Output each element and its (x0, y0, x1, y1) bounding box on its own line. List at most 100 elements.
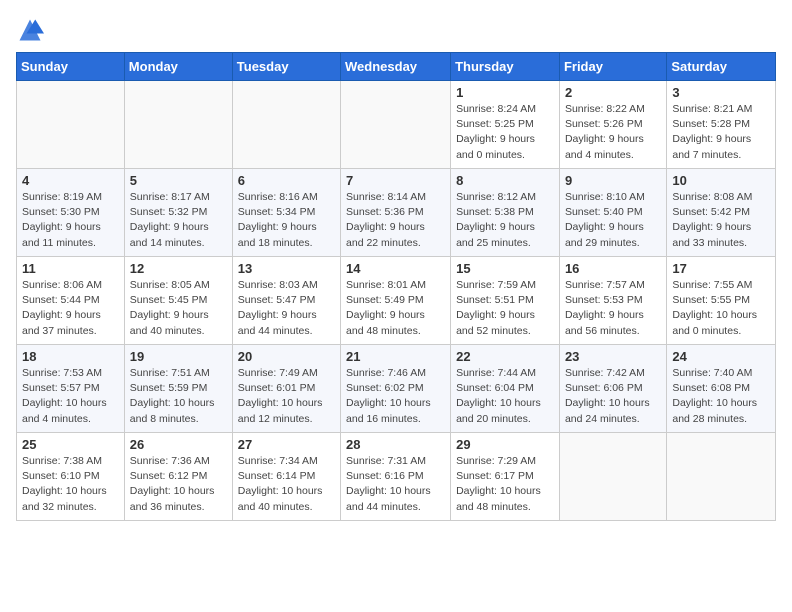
calendar-day-cell (17, 81, 125, 169)
day-number: 19 (130, 349, 227, 364)
calendar-day-cell: 10 Sunrise: 8:08 AM Sunset: 5:42 PM Dayli… (667, 169, 776, 257)
calendar-day-cell: 21 Sunrise: 7:46 AM Sunset: 6:02 PM Dayli… (341, 345, 451, 433)
calendar-day-cell: 17 Sunrise: 7:55 AM Sunset: 5:55 PM Dayli… (667, 257, 776, 345)
calendar-day-cell: 12 Sunrise: 8:05 AM Sunset: 5:45 PM Dayli… (124, 257, 232, 345)
day-number: 1 (456, 85, 554, 100)
calendar-day-cell (667, 433, 776, 521)
day-number: 7 (346, 173, 445, 188)
day-info: Sunrise: 7:49 AM Sunset: 6:01 PM Dayligh… (238, 366, 335, 427)
day-info: Sunrise: 7:34 AM Sunset: 6:14 PM Dayligh… (238, 454, 335, 515)
logo-icon (16, 16, 44, 44)
day-number: 24 (672, 349, 770, 364)
calendar-week-row: 1 Sunrise: 8:24 AM Sunset: 5:25 PM Daylig… (17, 81, 776, 169)
calendar-header-sunday: Sunday (17, 53, 125, 81)
calendar-day-cell: 29Sunrise: 7:29 AM Sunset: 6:17 PM Dayli… (451, 433, 560, 521)
calendar-day-cell: 23 Sunrise: 7:42 AM Sunset: 6:06 PM Dayli… (559, 345, 666, 433)
day-info: Sunrise: 8:12 AM Sunset: 5:38 PM Dayligh… (456, 190, 554, 251)
calendar-day-cell: 5 Sunrise: 8:17 AM Sunset: 5:32 PM Daylig… (124, 169, 232, 257)
day-info: Sunrise: 7:38 AM Sunset: 6:10 PM Dayligh… (22, 454, 119, 515)
day-info: Sunrise: 7:46 AM Sunset: 6:02 PM Dayligh… (346, 366, 445, 427)
calendar-header-wednesday: Wednesday (341, 53, 451, 81)
day-info: Sunrise: 7:55 AM Sunset: 5:55 PM Dayligh… (672, 278, 770, 339)
day-number: 10 (672, 173, 770, 188)
day-info: Sunrise: 8:21 AM Sunset: 5:28 PM Dayligh… (672, 102, 770, 163)
calendar-week-row: 11Sunrise: 8:06 AM Sunset: 5:44 PM Dayli… (17, 257, 776, 345)
calendar-day-cell: 4 Sunrise: 8:19 AM Sunset: 5:30 PM Daylig… (17, 169, 125, 257)
calendar-day-cell: 28 Sunrise: 7:31 AM Sunset: 6:16 PM Dayli… (341, 433, 451, 521)
day-number: 25 (22, 437, 119, 452)
day-number: 14 (346, 261, 445, 276)
calendar-day-cell: 1 Sunrise: 8:24 AM Sunset: 5:25 PM Daylig… (451, 81, 560, 169)
day-info: Sunrise: 7:29 AM Sunset: 6:17 PM Dayligh… (456, 454, 554, 515)
day-number: 18 (22, 349, 119, 364)
calendar-day-cell: 25 Sunrise: 7:38 AM Sunset: 6:10 PM Dayli… (17, 433, 125, 521)
calendar-week-row: 4 Sunrise: 8:19 AM Sunset: 5:30 PM Daylig… (17, 169, 776, 257)
calendar-day-cell: 14 Sunrise: 8:01 AM Sunset: 5:49 PM Dayli… (341, 257, 451, 345)
calendar-day-cell: 15 Sunrise: 7:59 AM Sunset: 5:51 PM Dayli… (451, 257, 560, 345)
day-number: 4 (22, 173, 119, 188)
calendar-header-friday: Friday (559, 53, 666, 81)
day-number: 13 (238, 261, 335, 276)
day-info: Sunrise: 8:01 AM Sunset: 5:49 PM Dayligh… (346, 278, 445, 339)
calendar-day-cell (232, 81, 340, 169)
day-info: Sunrise: 8:10 AM Sunset: 5:40 PM Dayligh… (565, 190, 661, 251)
day-number: 22 (456, 349, 554, 364)
calendar-day-cell: 13 Sunrise: 8:03 AM Sunset: 5:47 PM Dayli… (232, 257, 340, 345)
calendar-day-cell: 20 Sunrise: 7:49 AM Sunset: 6:01 PM Dayli… (232, 345, 340, 433)
calendar-day-cell: 27Sunrise: 7:34 AM Sunset: 6:14 PM Dayli… (232, 433, 340, 521)
calendar-day-cell: 24 Sunrise: 7:40 AM Sunset: 6:08 PM Dayli… (667, 345, 776, 433)
day-info: Sunrise: 8:19 AM Sunset: 5:30 PM Dayligh… (22, 190, 119, 251)
calendar-day-cell: 7 Sunrise: 8:14 AM Sunset: 5:36 PM Daylig… (341, 169, 451, 257)
day-info: Sunrise: 8:06 AM Sunset: 5:44 PM Dayligh… (22, 278, 119, 339)
calendar-day-cell: 19 Sunrise: 7:51 AM Sunset: 5:59 PM Dayli… (124, 345, 232, 433)
day-info: Sunrise: 7:51 AM Sunset: 5:59 PM Dayligh… (130, 366, 227, 427)
page-header (16, 16, 776, 44)
day-number: 28 (346, 437, 445, 452)
day-number: 23 (565, 349, 661, 364)
day-number: 20 (238, 349, 335, 364)
calendar-day-cell: 2 Sunrise: 8:22 AM Sunset: 5:26 PM Daylig… (559, 81, 666, 169)
calendar-day-cell: 8 Sunrise: 8:12 AM Sunset: 5:38 PM Daylig… (451, 169, 560, 257)
calendar-day-cell: 6Sunrise: 8:16 AM Sunset: 5:34 PM Daylig… (232, 169, 340, 257)
day-info: Sunrise: 8:08 AM Sunset: 5:42 PM Dayligh… (672, 190, 770, 251)
calendar-table: SundayMondayTuesdayWednesdayThursdayFrid… (16, 52, 776, 521)
day-info: Sunrise: 8:05 AM Sunset: 5:45 PM Dayligh… (130, 278, 227, 339)
day-number: 2 (565, 85, 661, 100)
day-number: 8 (456, 173, 554, 188)
calendar-day-cell (559, 433, 666, 521)
day-number: 17 (672, 261, 770, 276)
day-number: 15 (456, 261, 554, 276)
day-info: Sunrise: 7:40 AM Sunset: 6:08 PM Dayligh… (672, 366, 770, 427)
day-number: 21 (346, 349, 445, 364)
calendar-week-row: 18Sunrise: 7:53 AM Sunset: 5:57 PM Dayli… (17, 345, 776, 433)
calendar-day-cell (124, 81, 232, 169)
day-number: 16 (565, 261, 661, 276)
day-number: 9 (565, 173, 661, 188)
calendar-day-cell: 11Sunrise: 8:06 AM Sunset: 5:44 PM Dayli… (17, 257, 125, 345)
calendar-day-cell: 9 Sunrise: 8:10 AM Sunset: 5:40 PM Daylig… (559, 169, 666, 257)
calendar-day-cell: 22 Sunrise: 7:44 AM Sunset: 6:04 PM Dayli… (451, 345, 560, 433)
calendar-week-row: 25 Sunrise: 7:38 AM Sunset: 6:10 PM Dayli… (17, 433, 776, 521)
calendar-day-cell: 3 Sunrise: 8:21 AM Sunset: 5:28 PM Daylig… (667, 81, 776, 169)
day-info: Sunrise: 8:22 AM Sunset: 5:26 PM Dayligh… (565, 102, 661, 163)
calendar-day-cell: 16 Sunrise: 7:57 AM Sunset: 5:53 PM Dayli… (559, 257, 666, 345)
calendar-header-thursday: Thursday (451, 53, 560, 81)
day-info: Sunrise: 7:36 AM Sunset: 6:12 PM Dayligh… (130, 454, 227, 515)
day-info: Sunrise: 8:03 AM Sunset: 5:47 PM Dayligh… (238, 278, 335, 339)
day-info: Sunrise: 7:42 AM Sunset: 6:06 PM Dayligh… (565, 366, 661, 427)
calendar-header-tuesday: Tuesday (232, 53, 340, 81)
day-number: 12 (130, 261, 227, 276)
logo (16, 16, 48, 44)
day-number: 3 (672, 85, 770, 100)
calendar-day-cell (341, 81, 451, 169)
day-info: Sunrise: 7:57 AM Sunset: 5:53 PM Dayligh… (565, 278, 661, 339)
day-number: 5 (130, 173, 227, 188)
day-info: Sunrise: 8:14 AM Sunset: 5:36 PM Dayligh… (346, 190, 445, 251)
day-info: Sunrise: 7:44 AM Sunset: 6:04 PM Dayligh… (456, 366, 554, 427)
day-info: Sunrise: 8:24 AM Sunset: 5:25 PM Dayligh… (456, 102, 554, 163)
day-info: Sunrise: 7:59 AM Sunset: 5:51 PM Dayligh… (456, 278, 554, 339)
day-number: 26 (130, 437, 227, 452)
calendar-header-row: SundayMondayTuesdayWednesdayThursdayFrid… (17, 53, 776, 81)
day-info: Sunrise: 7:31 AM Sunset: 6:16 PM Dayligh… (346, 454, 445, 515)
day-info: Sunrise: 8:17 AM Sunset: 5:32 PM Dayligh… (130, 190, 227, 251)
